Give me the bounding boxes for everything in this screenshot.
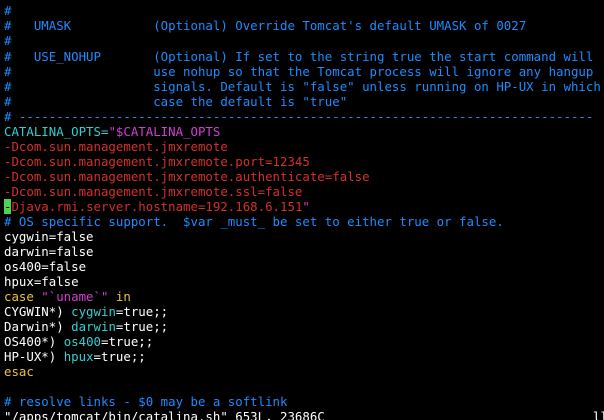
jmx-opt-5-text: Djava.rmi.server.hostname=192.168.6.151 (11, 199, 303, 214)
case-pattern: Darwin*) (4, 319, 72, 334)
case-branch-hpux: HP-UX*) hpux=true;; (4, 349, 146, 364)
status-bar-right: ll (593, 409, 604, 420)
case-var: darwin (71, 319, 116, 334)
jmx-opt-5-close: " (302, 199, 310, 214)
esac-keyword: esac (4, 364, 34, 379)
comment-separator: # --------------------------------------… (4, 109, 594, 124)
comment-blank: # (4, 33, 12, 48)
catalina-opts-value: "$CATALINA_OPTS (108, 124, 221, 139)
case-pattern: HP-UX*) (4, 349, 64, 364)
catalina-opts-line: CATALINA_OPTS="$CATALINA_OPTS (4, 124, 220, 139)
comment-nohup-4: # case the default is "true" (4, 94, 348, 109)
case-branch-cygwin: CYGWIN*) cygwin=true;; (4, 304, 168, 319)
jmx-opt-2: -Dcom.sun.management.jmxremote.port=1234… (4, 154, 310, 169)
terminal-window[interactable]: # # UMASK (Optional) Override Tomcat's d… (0, 0, 604, 420)
comment-nohup-3: # signals. Default is "false" unless run… (4, 79, 601, 94)
comment-nohup-2: # use nohup so that the Tomcat process w… (4, 64, 594, 79)
case-pattern: CYGWIN*) (4, 304, 72, 319)
comment-nohup-1: # USE_NOHUP (Optional) If set to the str… (4, 49, 594, 64)
in-keyword: in (115, 289, 131, 304)
jmx-opt-1: -Dcom.sun.management.jmxremote (4, 139, 228, 154)
case-var: os400 (63, 334, 101, 349)
jmx-opt-3: -Dcom.sun.management.jmxremote.authentic… (4, 169, 370, 184)
case-assign: =true;; (93, 349, 146, 364)
os-var-cygwin: cygwin=false (4, 229, 94, 244)
case-branch-os400: OS400*) os400=true;; (4, 334, 153, 349)
case-keyword: case (4, 289, 34, 304)
case-arg: "`uname`" (33, 289, 116, 304)
case-branch-darwin: Darwin*) darwin=true;; (4, 319, 168, 334)
os-var-os400: os400=false (4, 259, 87, 274)
jmx-opt-5[interactable]: -Djava.rmi.server.hostname=192.168.6.151… (4, 199, 310, 214)
status-bar-file-info: "/apps/tomcat/bin/catalina.sh" 653L, 236… (4, 409, 325, 420)
comment-line: # (4, 3, 12, 18)
os-var-hpux: hpux=false (4, 274, 79, 289)
case-assign: =true;; (115, 304, 169, 319)
comment-umask: # UMASK (Optional) Override Tomcat's def… (4, 18, 527, 33)
case-pattern: OS400*) (4, 334, 64, 349)
case-var: cygwin (71, 304, 116, 319)
case-line: case "`uname`" in (4, 289, 131, 304)
case-assign: =true;; (101, 334, 154, 349)
jmx-opt-4: -Dcom.sun.management.jmxremote.ssl=false (4, 184, 303, 199)
case-assign: =true;; (115, 319, 169, 334)
comment-os-support: # OS specific support. $var _must_ be se… (4, 214, 504, 229)
comment-resolve-links: # resolve links - $0 may be a softlink (4, 394, 288, 409)
catalina-opts-var: CATALINA_OPTS= (4, 124, 109, 139)
os-var-darwin: darwin=false (4, 244, 94, 259)
case-var: hpux (63, 349, 94, 364)
